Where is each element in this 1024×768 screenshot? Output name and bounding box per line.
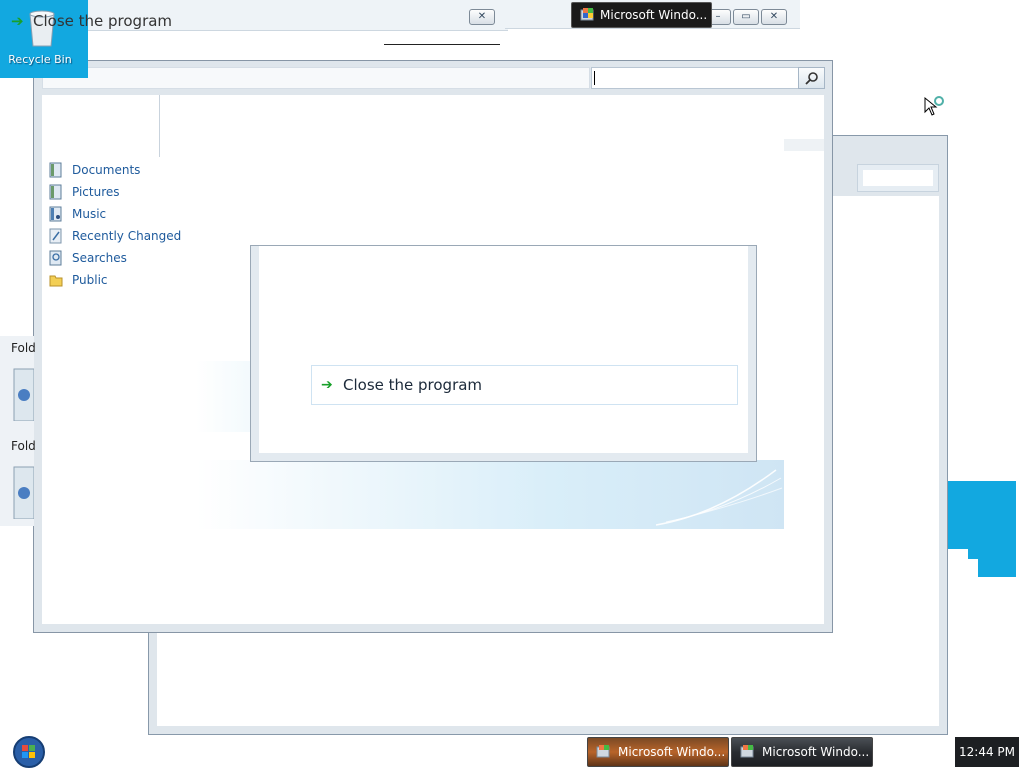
- green-arrow-icon: ➔: [321, 377, 333, 393]
- search-input[interactable]: [591, 67, 825, 89]
- nav-item-label: Searches: [72, 251, 127, 265]
- command-link-label: Close the program: [343, 376, 483, 394]
- nav-item-label: Recently Changed: [72, 229, 182, 243]
- windows-installer-icon: [740, 745, 754, 758]
- divider: [384, 44, 500, 51]
- busy-cursor-icon: [924, 96, 944, 116]
- nav-item-public[interactable]: Public: [48, 269, 181, 291]
- nav-item-label: Pictures: [72, 185, 120, 199]
- documents-icon: [49, 162, 62, 178]
- taskbar-item[interactable]: Microsoft Windo...: [731, 737, 873, 767]
- windows-installer-icon: [580, 8, 594, 21]
- close-program-command-link[interactable]: ➔ Close the program: [311, 365, 738, 405]
- top-close-program-label: Close the program: [33, 12, 173, 30]
- window-preview-chip-label: Microsoft Windo...: [600, 8, 708, 22]
- nav-item-documents[interactable]: Documents: [48, 159, 181, 181]
- green-arrow-icon: ➔: [11, 12, 24, 30]
- close-button[interactable]: ✕: [761, 9, 787, 25]
- start-button[interactable]: [8, 734, 50, 768]
- recycle-bin-icon: [13, 466, 34, 519]
- music-icon: [49, 206, 62, 222]
- pictures-icon: [49, 184, 62, 200]
- taskbar-clock[interactable]: 12:44 PM: [955, 737, 1019, 767]
- search-icon: [805, 72, 818, 85]
- top-close-program-link[interactable]: ➔ Close the program: [11, 12, 173, 30]
- nav-item-recently-changed[interactable]: Recently Changed: [48, 225, 181, 247]
- nav-item-searches[interactable]: Searches: [48, 247, 181, 269]
- taskbar-item-label: Microsoft Windo...: [618, 745, 726, 759]
- dialog-window: [250, 245, 757, 462]
- window-preview-chip[interactable]: Microsoft Windo...: [571, 2, 712, 28]
- folder-fragment-label-2: Fold: [11, 439, 36, 453]
- background-window-search-box[interactable]: [857, 164, 939, 192]
- address-bar[interactable]: [42, 67, 590, 89]
- taskbar-item[interactable]: Microsoft Windo...: [587, 737, 729, 767]
- recycle-bin-label: Recycle Bin: [8, 53, 72, 66]
- header-fragment: [784, 139, 824, 151]
- taskbar-item-label: Microsoft Windo...: [762, 745, 870, 759]
- search-button[interactable]: [798, 67, 825, 89]
- dialog-content: [259, 246, 748, 453]
- recently-changed-icon: [49, 228, 62, 244]
- nav-item-music[interactable]: Music: [48, 203, 181, 225]
- public-folder-icon: [49, 275, 63, 287]
- searches-icon: [49, 250, 62, 266]
- accent-block: [968, 549, 1016, 559]
- nav-item-label: Public: [72, 273, 108, 287]
- favorite-links: Documents Pictures Music Recently Change…: [48, 159, 181, 291]
- nav-item-pictures[interactable]: Pictures: [48, 181, 181, 203]
- nav-item-label: Documents: [72, 163, 141, 177]
- accent-block: [978, 559, 1016, 577]
- folder-fragment-label: Fold: [11, 341, 36, 355]
- decorative-band: [196, 460, 784, 529]
- swoosh-graphic: [655, 469, 783, 526]
- restore-button[interactable]: ▭: [733, 9, 759, 25]
- windows-installer-icon: [596, 745, 610, 758]
- recycle-bin-icon: [13, 368, 34, 421]
- fragment-close-button[interactable]: ✕: [469, 9, 495, 25]
- accent-block: [948, 481, 1016, 549]
- nav-item-label: Music: [72, 207, 107, 221]
- pane-divider: [159, 95, 160, 157]
